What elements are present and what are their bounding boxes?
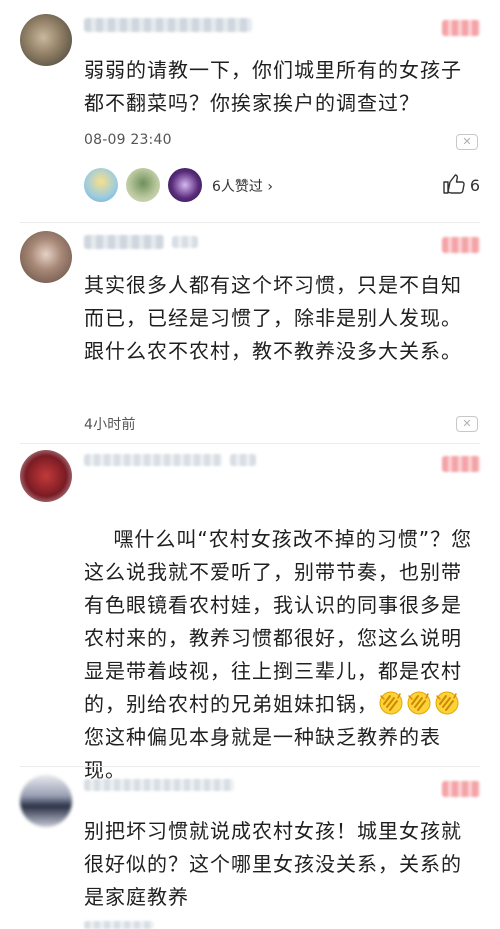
username-blurred [172,236,198,248]
like-button[interactable]: 6 [443,174,480,195]
clapping-hands-emoji [407,691,431,715]
thumbs-up-icon [443,174,465,194]
liker-avatar[interactable] [126,168,160,202]
comment-text-main: 嘿什么叫“农村女孩改不掉的习惯”？您这么说我就不爱听了，别带节奏，也别带有色眼镜… [84,527,473,716]
like-count-blurred [442,456,480,472]
clapping-hands-emoji [435,691,459,715]
avatar[interactable] [20,450,72,502]
like-count-blurred [442,20,480,36]
comment-4: 别把坏习惯就说成农村女孩！城里女孩就很好似的？这个哪里女孩没关系，关系的是家庭教… [0,767,500,929]
like-count: 6 [469,176,480,195]
avatar[interactable] [20,775,72,827]
liker-avatar[interactable] [168,168,202,202]
username-blurred[interactable] [84,779,234,791]
close-x-icon[interactable]: ✕ [456,134,478,150]
comment-text: 其实很多人都有这个坏习惯，只是不自知而已，已经是习惯了，除非是别人发现。跟什么农… [84,273,462,363]
emoji-group [378,691,462,716]
comment-1: 弱弱的请教一下，你们城里所有的女孩子都不翻菜吗？你挨家挨户的调查过？ 08-09… [0,0,500,222]
username-blurred[interactable] [84,18,252,32]
comment-time: 4小时前 [84,417,136,433]
username-blurred [230,454,256,466]
comment-2: 其实很多人都有这个坏习惯，只是不自知而已，已经是习惯了，除非是别人发现。跟什么农… [0,223,500,445]
comment-time: 08-09 23:40 [84,132,172,148]
avatar[interactable] [20,14,72,66]
username-blurred[interactable] [84,454,222,466]
liker-avatar[interactable] [84,168,118,202]
comment-text: 别把坏习惯就说成农村女孩！城里女孩就很好似的？这个哪里女孩没关系，关系的是家庭教… [84,819,462,909]
username-blurred[interactable] [84,235,164,249]
liked-by-link[interactable]: 6人赞过 › [212,176,273,196]
like-count-blurred [442,781,480,797]
comment-text: 弱弱的请教一下，你们城里所有的女孩子都不翻菜吗？你挨家挨户的调查过？ [84,58,462,115]
like-count-blurred [442,237,480,253]
avatar[interactable] [20,231,72,283]
clapping-hands-emoji [379,691,403,715]
comment-3: 嘿什么叫“农村女孩改不掉的习惯”？您这么说我就不爱听了，别带节奏，也别带有色眼镜… [0,444,500,782]
comment-time-blurred [84,921,154,929]
close-x-icon[interactable]: ✕ [456,416,478,432]
